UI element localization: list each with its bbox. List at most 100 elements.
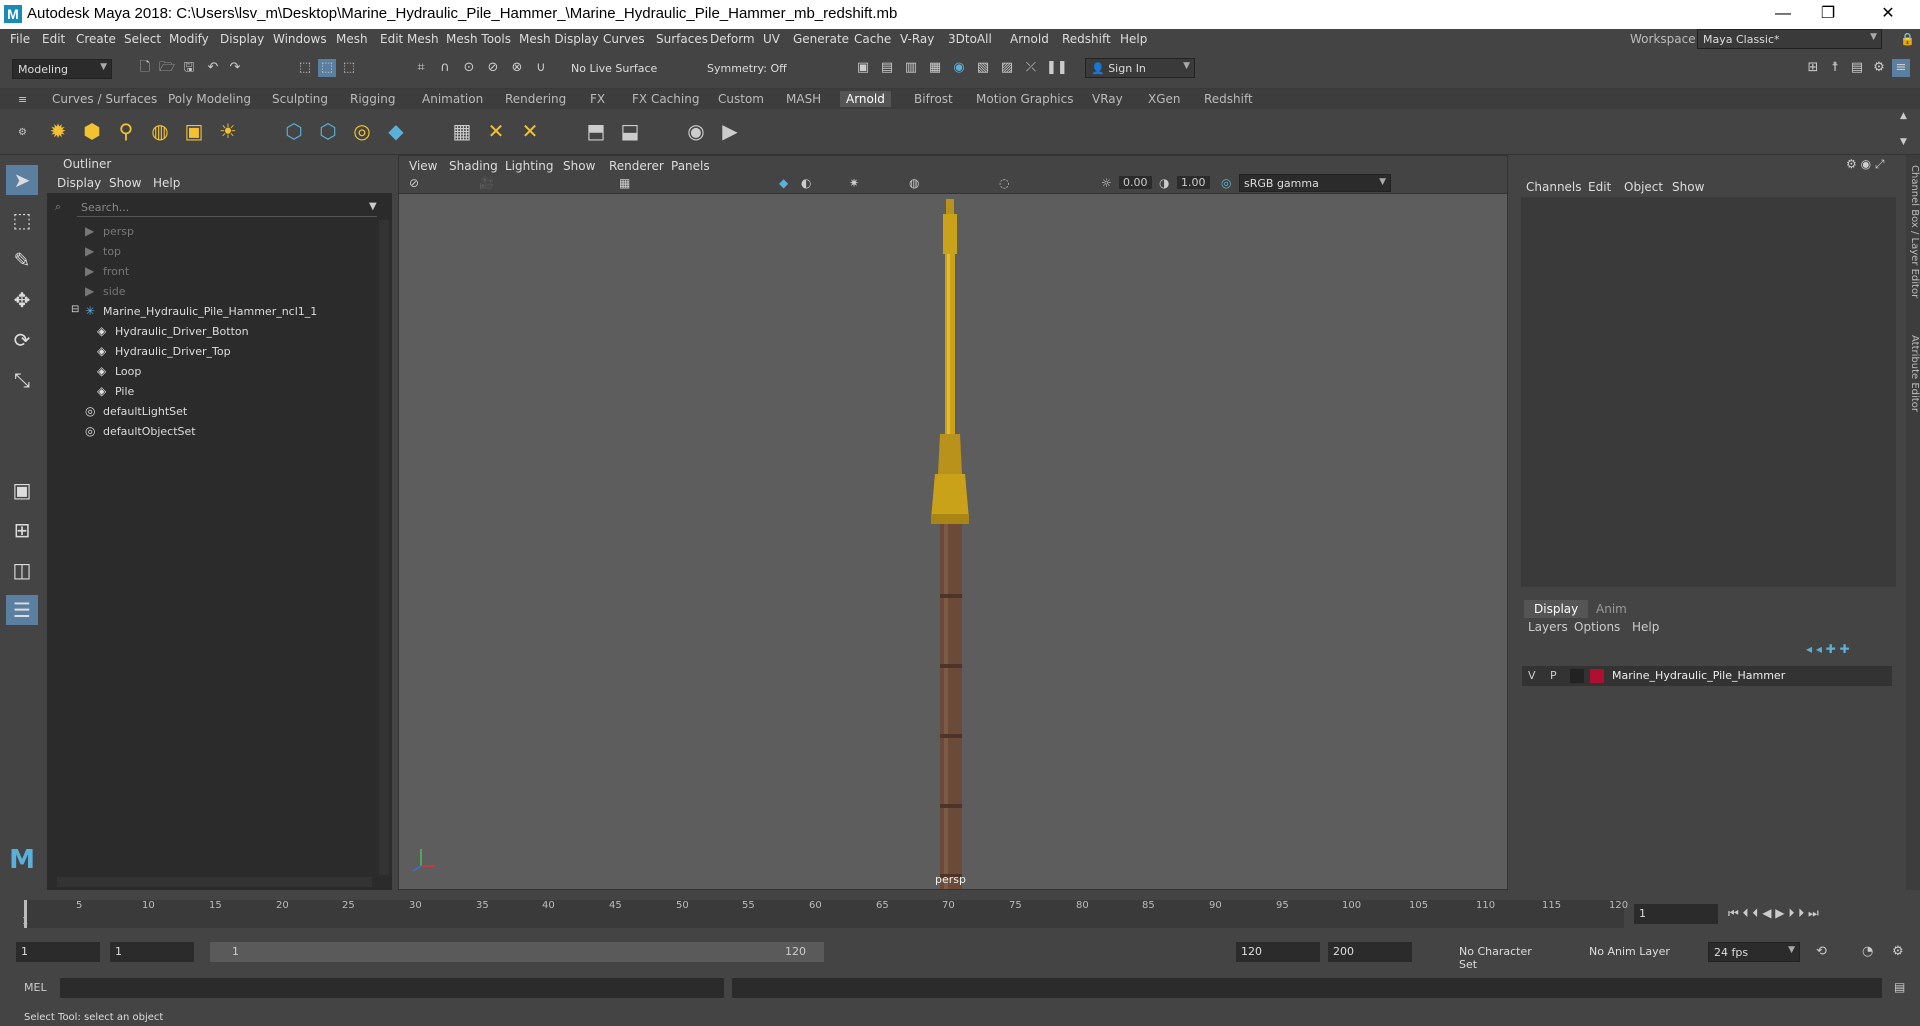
select-by-hierarchy-icon[interactable]: ⬚	[296, 59, 314, 77]
smooth-shade-icon[interactable]: ◆	[779, 176, 788, 190]
outliner-menu-display[interactable]: Display	[57, 176, 101, 190]
shelf-tab-sculpting[interactable]: Sculpting	[266, 91, 334, 107]
channel-menu-show[interactable]: Show	[1672, 180, 1704, 194]
outliner-item-group[interactable]: ⊟ ✳ Marine_Hydraulic_Pile_Hammer_ncl1_1	[47, 302, 377, 322]
snap-point-icon[interactable]: ⊙	[460, 59, 478, 77]
range-slider[interactable]: 1 120	[210, 942, 824, 962]
time-slider-track[interactable]: 1 5 10 15 20 25 30 35 40 45 50 55 60 65 …	[22, 900, 1628, 928]
open-scene-icon[interactable]: 🗁	[158, 59, 176, 77]
flush-textures-icon[interactable]: ✕	[516, 117, 544, 145]
rs-render-icon[interactable]: ▨	[998, 59, 1016, 77]
xray-icon[interactable]: ◌	[999, 176, 1009, 190]
vray-frame-buffer-icon[interactable]: ▧	[974, 59, 992, 77]
render-view-icon[interactable]: ▦	[448, 117, 476, 145]
volume-icon[interactable]: ◎	[348, 117, 376, 145]
outliner-item-top[interactable]: ▶ top	[47, 242, 377, 262]
anim-layer-dropdown[interactable]: No Anim Layer	[1584, 942, 1684, 962]
channel-box-toggle-icon[interactable]: ≡	[1892, 59, 1910, 77]
playback-end-field[interactable]: 120	[1236, 942, 1320, 962]
shelf-tab-rendering[interactable]: Rendering	[499, 91, 572, 107]
outliner-menu-show[interactable]: Show	[109, 176, 141, 190]
viewport-menu-view[interactable]: View	[409, 159, 437, 173]
exposure-icon[interactable]: ☼	[1101, 176, 1112, 190]
shelf-menu-icon[interactable]: ≡	[18, 93, 27, 106]
mesh-light-icon[interactable]: ⬢	[78, 117, 106, 145]
shelf-tab-custom[interactable]: Custom	[712, 91, 770, 107]
menu-create[interactable]: Create	[76, 32, 116, 46]
playback-start-field[interactable]: 1	[110, 942, 194, 962]
shelf-tab-curves-surfaces[interactable]: Curves / Surfaces	[46, 91, 163, 107]
outliner-item-set[interactable]: ◎ defaultLightSet	[47, 402, 377, 422]
physical-sky-icon[interactable]: ☀	[214, 117, 242, 145]
shelf-tab-fx[interactable]: FX	[584, 91, 611, 107]
menu-deform[interactable]: Deform	[710, 32, 755, 46]
new-scene-icon[interactable]: 🗋	[136, 59, 154, 77]
outliner-search-input[interactable]: Search...	[77, 199, 377, 217]
save-scene-icon[interactable]: 🖫	[180, 59, 198, 77]
minimize-button[interactable]: —	[1763, 3, 1803, 25]
render-view-icon[interactable]: ▦	[926, 59, 944, 77]
tx-manager-icon[interactable]: ⬒	[582, 117, 610, 145]
menu-modify[interactable]: Modify	[169, 32, 209, 46]
modeling-toolkit-icon[interactable]: ⊞	[1804, 59, 1822, 77]
menu-edit[interactable]: Edit	[42, 32, 65, 46]
fps-dropdown[interactable]: 24 fps ▼	[1708, 942, 1800, 962]
menu-generate[interactable]: Generate	[793, 32, 849, 46]
layer-menu-options[interactable]: Options	[1574, 620, 1620, 634]
camera-select-icon[interactable]: ⊘	[409, 176, 419, 190]
channel-menu-edit[interactable]: Edit	[1588, 180, 1611, 194]
menu-redshift[interactable]: Redshift	[1062, 32, 1111, 46]
workspace-dropdown[interactable]: Maya Classic* ▼	[1697, 29, 1882, 49]
character-set-dropdown[interactable]: No Character Set	[1454, 942, 1554, 971]
current-frame-field[interactable]: 1	[1634, 904, 1718, 924]
shelf-tab-poly-modeling[interactable]: Poly Modeling	[162, 91, 257, 107]
color-management-icon[interactable]: ◎	[1221, 176, 1231, 190]
export-standin-icon[interactable]: ⬡	[314, 117, 342, 145]
layer-type-toggle[interactable]	[1570, 669, 1584, 683]
script-editor-icon[interactable]: ▤	[1894, 980, 1905, 994]
shelf-tab-fx-caching[interactable]: FX Caching	[626, 91, 705, 107]
viewport-menu-shading[interactable]: Shading	[449, 159, 498, 173]
menu-surfaces[interactable]: Surfaces	[656, 32, 708, 46]
menu-mesh-tools[interactable]: Mesh Tools	[446, 32, 511, 46]
standin-icon[interactable]: ⬡	[280, 117, 308, 145]
redo-icon[interactable]: ↷	[226, 59, 244, 77]
isolate-select-icon[interactable]: ◍	[909, 176, 919, 190]
outliner-item-mesh[interactable]: ◈ Hydraulic_Driver_Botton	[47, 322, 377, 342]
outliner-item-persp[interactable]: ▶ persp	[47, 222, 377, 242]
gamma-icon[interactable]: ◑	[1159, 176, 1169, 190]
animation-preferences-icon[interactable]: ⚙	[1892, 944, 1904, 959]
character-controls-icon[interactable]: ☨	[1826, 59, 1844, 77]
select-by-component-icon[interactable]: ⬚	[340, 59, 358, 77]
layer-menu-layers[interactable]: Layers	[1528, 620, 1568, 634]
paint-select-tool-icon[interactable]: ✎	[6, 245, 38, 275]
outliner-hscrollbar[interactable]	[57, 877, 372, 887]
command-input[interactable]	[60, 978, 724, 998]
pile-model[interactable]	[940, 524, 962, 929]
menu-mesh[interactable]: Mesh	[336, 32, 368, 46]
lock-icon[interactable]: 🔒	[1900, 32, 1915, 46]
symmetry-field[interactable]: Symmetry: Off	[702, 59, 802, 79]
exposure-field[interactable]: 0.00	[1119, 176, 1152, 189]
shelf-tab-arnold[interactable]: Arnold	[840, 91, 891, 107]
layer-action-icons[interactable]: ◂ ◂ ✚ ✚	[1806, 642, 1850, 656]
lights-icon[interactable]: ✷	[849, 176, 859, 190]
tool-settings-toggle-icon[interactable]: ⚙	[1870, 59, 1888, 77]
layer-menu-help[interactable]: Help	[1632, 620, 1659, 634]
outliner-menu-help[interactable]: Help	[153, 176, 180, 190]
lasso-tool-icon[interactable]: ⬚	[6, 205, 38, 235]
close-button[interactable]: ✕	[1868, 3, 1908, 25]
flush-cache-icon[interactable]: ✕	[482, 117, 510, 145]
viewport-menu-show[interactable]: Show	[563, 159, 595, 173]
live-surface-field[interactable]: No Live Surface	[566, 59, 666, 79]
channel-menu-object[interactable]: Object	[1624, 180, 1663, 194]
outliner-item-mesh[interactable]: ◈ Loop	[47, 362, 377, 382]
menu-arnold[interactable]: Arnold	[1010, 32, 1049, 46]
light-portal-icon[interactable]: ▣	[180, 117, 208, 145]
shelf-settings-icon[interactable]: ⚙	[18, 127, 27, 138]
four-view-layout-icon[interactable]: ⊞	[6, 515, 38, 545]
scene-end-field[interactable]: 200	[1328, 942, 1412, 962]
menu-display[interactable]: Display	[220, 32, 264, 46]
command-language-label[interactable]: MEL	[24, 981, 47, 994]
snap-grid-icon[interactable]: ⌗	[412, 59, 430, 77]
